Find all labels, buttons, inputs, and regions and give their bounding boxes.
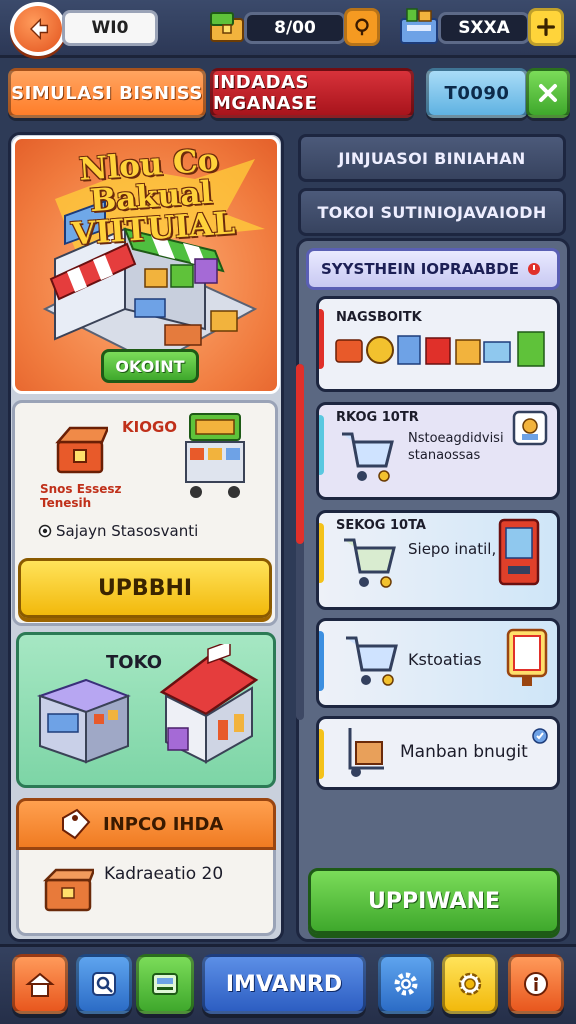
upgrade-item-3-accent (319, 523, 324, 583)
kiosk-icon (36, 678, 131, 764)
alert-dot-icon (527, 263, 540, 275)
nav-achievements-button[interactable] (442, 954, 498, 1014)
nav-home-button[interactable] (12, 954, 68, 1014)
upgrade-panel-header: SYYSTHEIN IOPRAABDE (306, 248, 560, 290)
info-card-header: INPCO IHDA (16, 798, 276, 850)
nav-search-button[interactable] (76, 954, 132, 1014)
tab-toko[interactable]: T0090 (426, 68, 528, 118)
market-stall-icon (185, 413, 245, 498)
badge-icon (512, 410, 548, 446)
upgrade-button[interactable]: UPBBHI (18, 558, 272, 618)
map-pin-icon (355, 18, 369, 36)
close-icon (539, 84, 557, 102)
upgrade-panel-title: SYYSTHEIN IOPRAABDE (321, 260, 519, 278)
resource-2-value: SXXA (438, 12, 530, 44)
upgrade-item-4-accent (319, 631, 324, 691)
nav-settings-button[interactable] (378, 954, 434, 1014)
tab-manage[interactable]: INDADAS MGANASE (210, 68, 414, 118)
player-label: WI0 (62, 10, 158, 46)
upgrade-item-5-accent (319, 729, 324, 779)
shop-building-icon (159, 644, 259, 764)
search-icon (92, 972, 116, 996)
tag-icon (62, 808, 91, 840)
nav-store-button[interactable] (136, 954, 194, 1014)
chest-icon (206, 6, 248, 48)
shop-info-line: Sajayn Stasosvanti (56, 522, 199, 540)
chest-item-icon (55, 426, 108, 474)
upgrade-item-3-desc: Siepo inatil, (408, 540, 497, 558)
shop-card-title: KIOGO (122, 418, 178, 436)
register-icon (396, 4, 442, 50)
upgrade-item-1-accent (319, 309, 324, 369)
vending-machine-icon (498, 518, 540, 586)
info-card-title: INPCO IHDA (103, 813, 224, 835)
info-bullet-icon (38, 524, 52, 538)
resource-1-add-button[interactable] (344, 8, 380, 46)
plus-icon (537, 18, 555, 36)
register-icon (152, 973, 178, 995)
resource-2-add-button[interactable] (528, 8, 564, 46)
goods-row-icon (335, 331, 545, 367)
back-button[interactable] (10, 2, 66, 56)
badge-icon (458, 972, 482, 996)
shopping-cart-icon (342, 432, 394, 482)
menu-button-toko[interactable]: TOKOI SUTINIOJAVAIODH (298, 188, 566, 236)
upgrade-panel-action-button[interactable]: UPPIWANE (308, 868, 560, 934)
shop-item-caption: Snos Essesz Tenesih (40, 482, 122, 510)
upgrade-item-2-desc: Nstoeagdidvisi stanaossas (408, 431, 504, 463)
menu-button-simulasi[interactable]: JINJUASOI BINIAHAN (298, 134, 566, 182)
back-arrow-icon (30, 17, 49, 41)
close-button[interactable] (526, 68, 570, 118)
gear-icon (394, 972, 418, 996)
upgrade-item-1-title: NAGSBOITK (336, 310, 422, 325)
nav-center-button[interactable]: IMVANRD (202, 954, 366, 1014)
info-card-line: Kadraeatio 20 (104, 864, 224, 884)
info-icon (524, 972, 548, 996)
home-icon (25, 972, 55, 997)
hero-title: Nlou Co Bakual VIITUIAL (70, 142, 237, 253)
hero-banner: Nlou Co Bakual VIITUIAL OKOINT (12, 136, 280, 394)
upgrade-item-2-accent (319, 415, 324, 475)
resource-1-value: 8/00 (244, 12, 346, 44)
tab-simulasi-bisnis[interactable]: SIMULASI BISNISS (8, 68, 206, 118)
shopping-cart-icon (344, 538, 396, 588)
upgrade-item-2-title: RKOG 10TR (336, 410, 419, 425)
sign-board-icon (506, 628, 548, 686)
upgrade-item-5-desc: Manban bnugit (400, 742, 528, 762)
shopping-cart-icon (346, 636, 398, 686)
info-icon[interactable] (532, 728, 548, 744)
nav-info-button[interactable] (508, 954, 564, 1014)
box-icon (42, 868, 94, 912)
progress-fill (296, 364, 304, 544)
hand-truck-icon (348, 728, 384, 777)
upgrade-item-4-desc: Kstoatias (408, 650, 482, 669)
hero-button[interactable]: OKOINT (101, 349, 199, 383)
upgrade-item-3-title: SEKOG 10TA (336, 518, 426, 533)
